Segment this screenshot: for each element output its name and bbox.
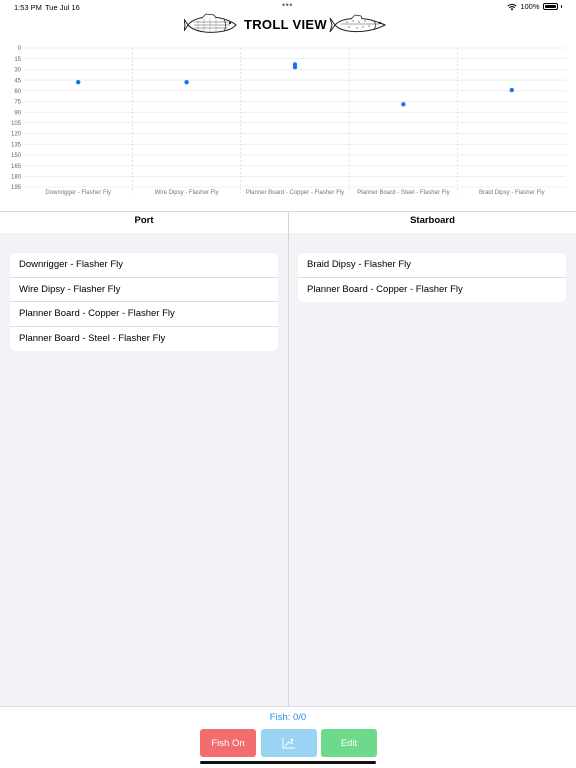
battery-percent: 100% (520, 2, 540, 11)
data-point (184, 80, 189, 85)
status-date: Tue Jul 16 (45, 3, 80, 12)
list-item[interactable]: Braid Dipsy - Flasher Fly (298, 253, 566, 278)
starboard-panel: Braid Dipsy - Flasher Fly Planner Board … (289, 233, 576, 706)
fishing-chart-icon (282, 738, 295, 749)
wifi-icon (507, 3, 517, 10)
y-tick-label: 45 (14, 78, 21, 84)
y-tick-label: 60 (14, 89, 21, 95)
home-indicator (200, 761, 376, 764)
y-tick-label: 150 (11, 153, 22, 159)
list-item[interactable]: Planner Board - Steel - Flasher Fly (10, 327, 278, 352)
y-tick-label: 30 (14, 68, 21, 74)
status-time: 1:53 PM (14, 3, 42, 12)
y-tick-label: 165 (11, 164, 22, 170)
list-item[interactable]: Planner Board - Copper - Flasher Fly (298, 278, 566, 303)
multitasking-dots[interactable]: ••• (282, 0, 293, 10)
y-tick-label: 105 (11, 121, 22, 127)
data-point (401, 102, 406, 107)
y-tick-label: 120 (11, 132, 22, 138)
y-tick-label: 195 (11, 185, 22, 191)
data-point (509, 87, 514, 93)
y-tick-label: 135 (11, 142, 22, 148)
y-tick-label: 15 (14, 57, 21, 63)
y-tick-label: 90 (14, 110, 21, 116)
bottom-toolbar: Fish: 0/0 Fish On Edit (0, 706, 576, 768)
app-title: TROLL VIEW (244, 17, 327, 32)
list-item[interactable]: Wire Dipsy - Flasher Fly (10, 278, 278, 302)
depth-chart: 0 15 30 45 60 75 90 105 120 135 150 165 180 195 Downri… (0, 42, 576, 202)
fish-on-button[interactable]: Fish On (200, 729, 256, 757)
status-right: 100% (507, 2, 562, 11)
y-tick-label: 0 (18, 46, 22, 52)
list-item[interactable]: Planner Board - Copper - Flasher Fly (10, 302, 278, 327)
x-tick-label: Planner Board - Steel - Flasher Fly (357, 190, 449, 196)
starboard-list: Braid Dipsy - Flasher Fly Planner Board … (298, 253, 566, 302)
battery-icon (542, 3, 558, 10)
edit-button[interactable]: Edit (321, 729, 377, 757)
trout-fish-icon (329, 14, 387, 33)
data-point (292, 65, 298, 70)
list-item[interactable]: Downrigger - Flasher Fly (10, 253, 278, 278)
chart-button[interactable] (261, 729, 317, 757)
depth-chart-svg: 0 15 30 45 60 75 90 105 120 135 150 165 180 195 Downri… (11, 46, 566, 196)
x-tick-label: Braid Dipsy - Flasher Fly (479, 190, 545, 196)
bass-fish-icon (184, 13, 237, 33)
y-tick-label: 180 (11, 175, 22, 181)
x-tick-label: Wire Dipsy - Flasher Fly (155, 190, 219, 196)
port-header: Port (0, 212, 288, 233)
app-header: TROLL VIEW (0, 12, 576, 40)
starboard-header: Starboard (289, 212, 576, 233)
y-tick-label: 75 (14, 100, 21, 106)
x-tick-label: Planner Board - Copper - Flasher Fly (246, 190, 344, 196)
x-tick-label: Downrigger - Flasher Fly (45, 190, 111, 196)
port-list: Downrigger - Flasher Fly Wire Dipsy - Fl… (10, 253, 278, 351)
data-point (76, 80, 81, 85)
port-panel: Downrigger - Flasher Fly Wire Dipsy - Fl… (0, 233, 288, 706)
fish-count: Fish: 0/0 (269, 712, 307, 723)
